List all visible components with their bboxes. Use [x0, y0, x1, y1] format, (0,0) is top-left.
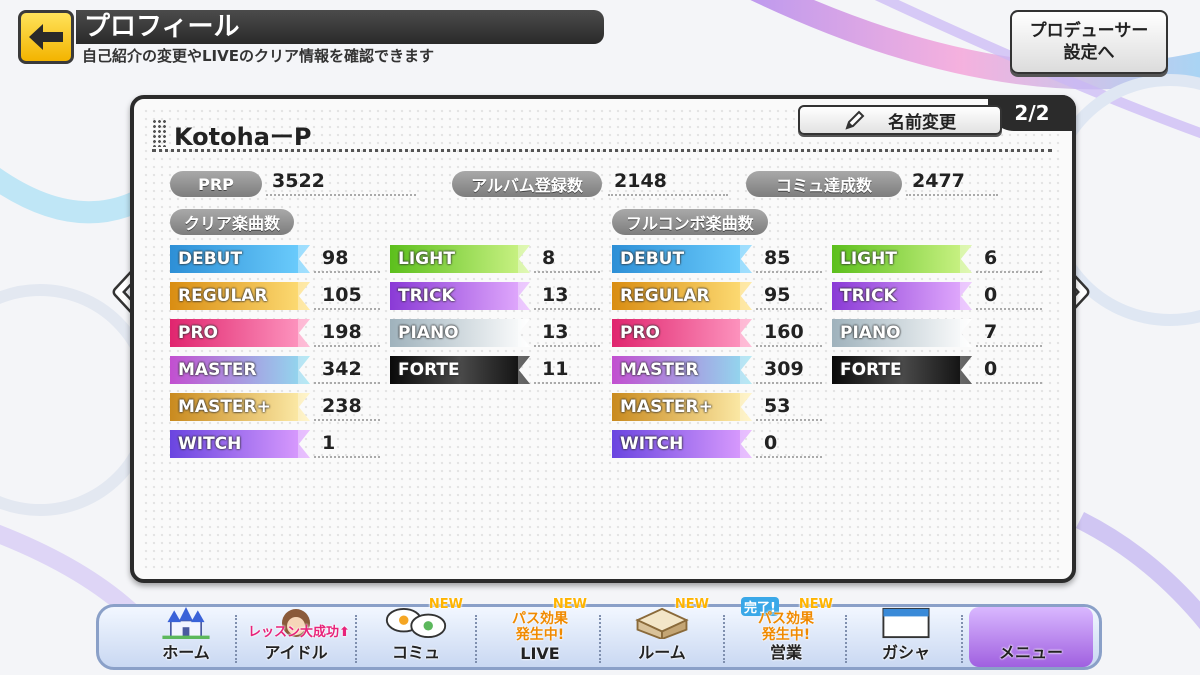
stat-label-album: アルバム登録数 [452, 171, 602, 197]
fc-regular-badge: REGULAR [612, 282, 752, 310]
clear-debut-badge: DEBUT [170, 245, 310, 273]
fc-debut-badge: DEBUT [612, 245, 752, 273]
room-new-badge: NEW [674, 597, 709, 612]
clear-light-badge: LIGHT [390, 245, 530, 273]
menu-divider [961, 615, 963, 663]
menu-commu-label: コミュ [391, 643, 440, 662]
page-title: プロフィール [76, 10, 604, 44]
clear-debut-count: 98 [314, 245, 380, 273]
fc-trick-count: 0 [976, 282, 1042, 310]
producer-name: KotohaーP [174, 123, 312, 151]
live-pass-promo: パス効果 発生中! [512, 611, 568, 643]
menu-home-label: ホーム [162, 643, 210, 662]
menu-divider [235, 615, 237, 663]
castle-icon [162, 607, 210, 639]
fc-master-plus-badge: MASTER+ [612, 393, 752, 421]
fc-master-count: 309 [756, 356, 822, 384]
name-divider [152, 149, 1052, 152]
menu-divider [723, 615, 725, 663]
profile-panel: 2/2 名前変更 KotohaーP PRP 3522 アルバム登録数 2148 … [130, 95, 1076, 583]
rename-label: 名前変更 [888, 112, 956, 133]
rename-button[interactable]: 名前変更 [798, 105, 1002, 135]
fc-light-count: 6 [976, 245, 1042, 273]
fc-piano-badge: PIANO [832, 319, 972, 347]
fc-witch-badge: WITCH [612, 430, 752, 458]
business-pass-promo: パス効果 発生中! [758, 611, 814, 643]
fc-trick-badge: TRICK [832, 282, 972, 310]
clear-regular-badge: REGULAR [170, 282, 310, 310]
stat-label-commu: コミュ達成数 [746, 171, 902, 197]
menu-home[interactable]: ホーム [135, 607, 237, 667]
menu-live-label: LIVE [520, 644, 560, 663]
clear-piano-count: 13 [534, 319, 600, 347]
commu-new-badge: NEW [428, 597, 463, 612]
fc-witch-count: 0 [756, 430, 822, 458]
menu-divider [475, 615, 477, 663]
stat-label-prp: PRP [170, 171, 262, 197]
menu-gacha-label: ガシャ [881, 643, 930, 662]
menu-gacha[interactable]: ガシャ [855, 607, 957, 667]
live-new-badge: NEW [552, 597, 587, 612]
fc-master-badge: MASTER [612, 356, 752, 384]
business-new-badge: NEW [798, 597, 833, 612]
clear-master-plus-badge: MASTER+ [170, 393, 310, 421]
menu-live[interactable]: NEW パス効果 発生中! LIVE [489, 597, 591, 667]
pencil-icon [845, 110, 865, 130]
clear-master-plus-count: 238 [314, 393, 380, 421]
back-arrow-icon [29, 24, 63, 50]
clear-piano-badge: PIANO [390, 319, 530, 347]
fc-light-badge: LIGHT [832, 245, 972, 273]
fc-forte-badge: FORTE [832, 356, 972, 384]
stat-value-commu: 2477 [906, 169, 998, 196]
bottom-menu-bar: ホーム レッスン大成功⬆ アイドル NEW コミュ NEW パス効果 発生中! … [96, 597, 1102, 670]
menu-menu-label: メニュー [998, 643, 1063, 662]
producer-settings-button[interactable]: プロデューサー 設定へ [1010, 10, 1168, 74]
clear-regular-count: 105 [314, 282, 380, 310]
menu-idol-label: アイドル [264, 643, 328, 662]
clear-witch-badge: WITCH [170, 430, 310, 458]
clear-trick-badge: TRICK [390, 282, 530, 310]
stat-value-album: 2148 [608, 169, 728, 196]
clear-pro-count: 198 [314, 319, 380, 347]
fc-debut-count: 85 [756, 245, 822, 273]
clear-forte-badge: FORTE [390, 356, 530, 384]
clear-light-count: 8 [534, 245, 600, 273]
menu-divider [845, 615, 847, 663]
menu-room-label: ルーム [638, 643, 686, 662]
menu-divider [355, 615, 357, 663]
clear-master-badge: MASTER [170, 356, 310, 384]
menu-business[interactable]: 完了! NEW パス効果 発生中! 営業 [735, 597, 837, 667]
page-subtitle: 自己紹介の変更やLIVEのクリア情報を確認できます [82, 47, 434, 65]
clear-witch-count: 1 [314, 430, 380, 458]
full-combo-header: フルコンボ楽曲数 [612, 209, 768, 235]
menu-room[interactable]: NEW ルーム [611, 597, 713, 667]
menu-menu[interactable]: メニュー [969, 607, 1093, 667]
clear-trick-count: 13 [534, 282, 600, 310]
fc-master-plus-count: 53 [756, 393, 822, 421]
clear-pro-badge: PRO [170, 319, 310, 347]
menu-idol[interactable]: レッスン大成功⬆ アイドル [245, 607, 350, 667]
fc-forte-count: 0 [976, 356, 1042, 384]
grip-dots [152, 119, 166, 147]
clear-master-count: 342 [314, 356, 380, 384]
gacha-icon [882, 607, 930, 639]
clear-count-header: クリア楽曲数 [170, 209, 295, 235]
stat-value-prp: 3522 [266, 169, 416, 196]
fc-piano-count: 7 [976, 319, 1042, 347]
menu-divider [599, 615, 601, 663]
fc-pro-count: 160 [756, 319, 822, 347]
lesson-success-promo: レッスン大成功⬆ [248, 625, 350, 640]
clear-forte-count: 11 [534, 356, 600, 384]
back-button[interactable] [18, 10, 74, 64]
fc-pro-badge: PRO [612, 319, 752, 347]
fc-regular-count: 95 [756, 282, 822, 310]
menu-commu[interactable]: NEW コミュ [365, 597, 467, 667]
